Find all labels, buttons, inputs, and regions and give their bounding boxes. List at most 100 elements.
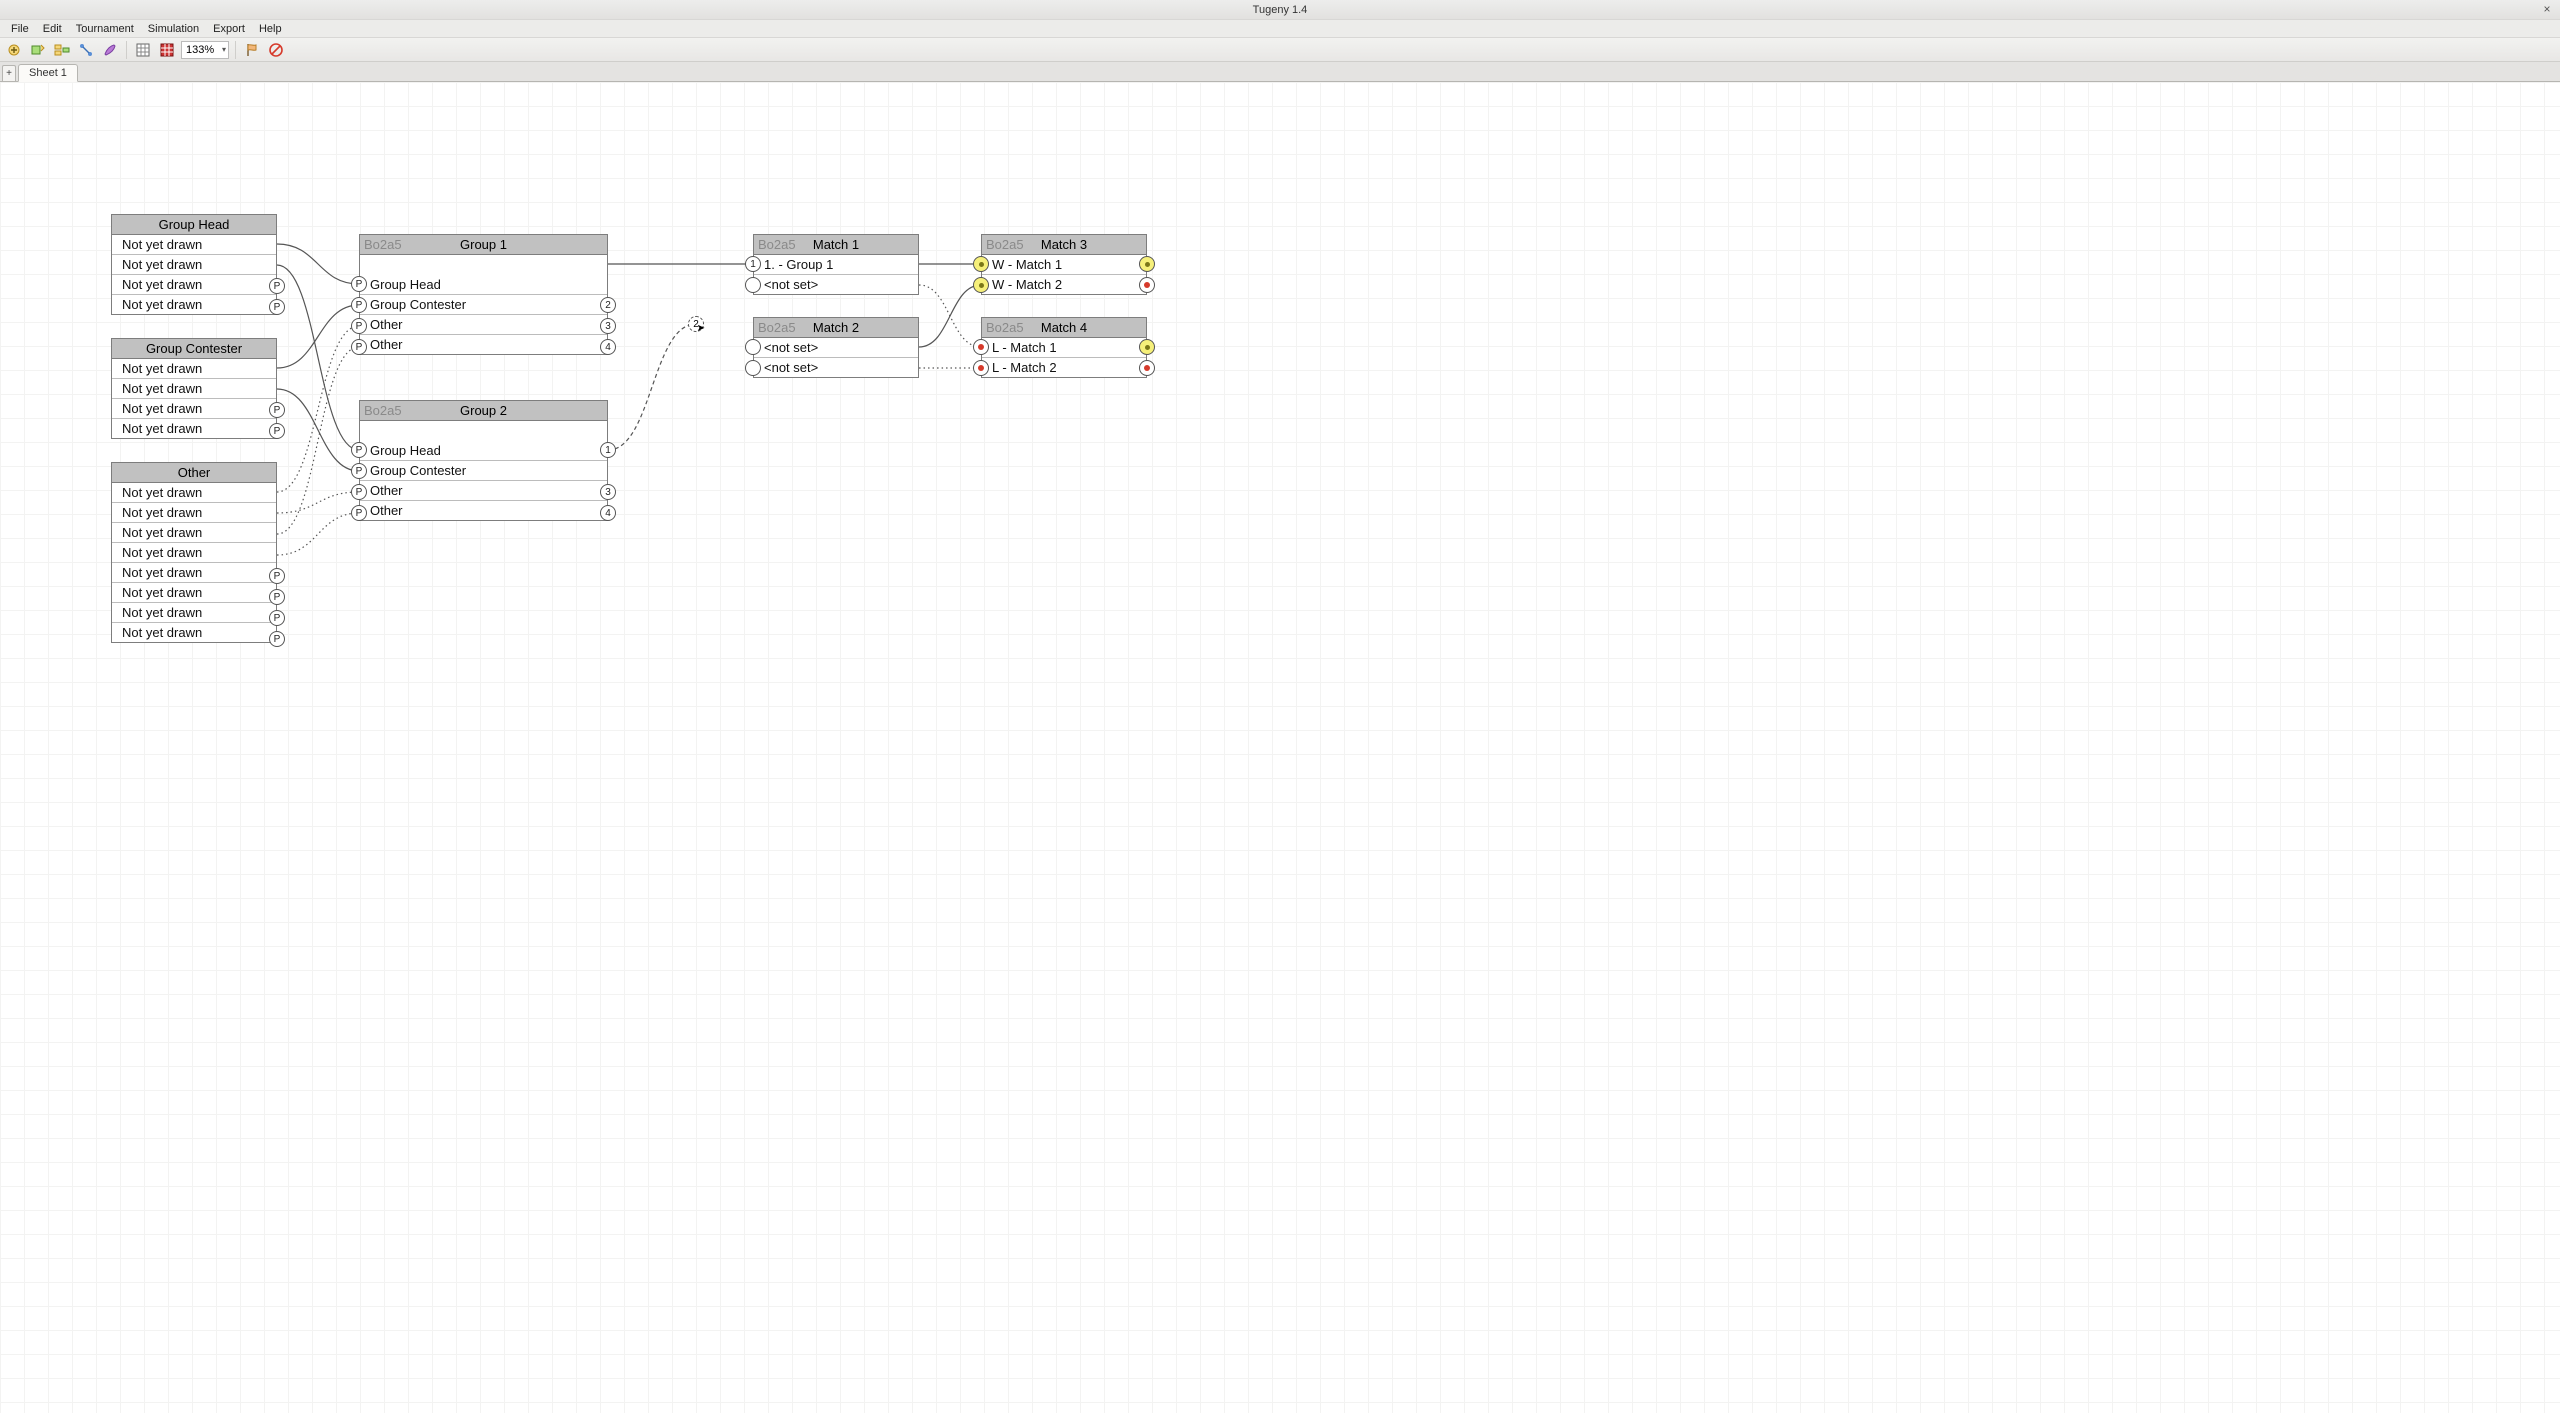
- port-empty-icon[interactable]: [745, 339, 761, 355]
- pool-row[interactable]: Not yet drawn: [112, 378, 276, 398]
- pool-row[interactable]: Not yet drawn: [112, 522, 276, 542]
- group-2[interactable]: Bo2a5Group 2 Group Head Group Contester …: [359, 400, 608, 521]
- tool-paint-icon[interactable]: [100, 40, 120, 60]
- pool-other[interactable]: Other Not yet drawn Not yet drawn Not ye…: [111, 462, 277, 643]
- port-p-icon[interactable]: P: [269, 299, 285, 315]
- match-2[interactable]: Bo2a5Match 2 <not set> <not set>: [753, 317, 919, 378]
- group-row[interactable]: Other: [360, 334, 607, 354]
- port-winner-icon[interactable]: [1139, 256, 1155, 272]
- pool-row[interactable]: Not yet drawn: [112, 418, 276, 438]
- port-rank-icon[interactable]: 3: [600, 318, 616, 334]
- match-row[interactable]: <not set>: [754, 357, 918, 377]
- port-p-icon[interactable]: P: [351, 442, 367, 458]
- tool-add-group-icon[interactable]: [52, 40, 72, 60]
- tool-grid-light-icon[interactable]: [133, 40, 153, 60]
- pool-row[interactable]: Not yet drawn: [112, 254, 276, 274]
- dragging-port-marker[interactable]: 2 ➤: [688, 316, 704, 332]
- port-p-icon[interactable]: P: [269, 631, 285, 647]
- port-loser-icon[interactable]: [973, 339, 989, 355]
- pool-row[interactable]: Not yet drawn: [112, 274, 276, 294]
- pool-row[interactable]: Not yet drawn: [112, 562, 276, 582]
- match-row[interactable]: W - Match 2: [982, 274, 1146, 294]
- pool-row[interactable]: Not yet drawn: [112, 235, 276, 254]
- port-rank-icon[interactable]: 4: [600, 505, 616, 521]
- pool-group-head[interactable]: Group Head Not yet drawn Not yet drawn N…: [111, 214, 277, 315]
- match-row[interactable]: L - Match 2: [982, 357, 1146, 377]
- group-row[interactable]: Other: [360, 314, 607, 334]
- port-p-icon[interactable]: P: [269, 568, 285, 584]
- pool-row[interactable]: Not yet drawn: [112, 359, 276, 378]
- zoom-select[interactable]: 133%: [181, 41, 229, 59]
- pool-row[interactable]: Not yet drawn: [112, 622, 276, 642]
- group-row[interactable]: Group Head: [360, 441, 607, 460]
- port-loser-icon[interactable]: [973, 360, 989, 376]
- port-rank-icon[interactable]: 2: [600, 297, 616, 313]
- pool-row[interactable]: Not yet drawn: [112, 602, 276, 622]
- port-rank-icon[interactable]: 1: [600, 442, 616, 458]
- port-p-icon[interactable]: P: [269, 610, 285, 626]
- port-p-icon[interactable]: P: [269, 589, 285, 605]
- match-row[interactable]: <not set>: [754, 338, 918, 357]
- tool-grid-dark-icon[interactable]: [157, 40, 177, 60]
- port-p-icon[interactable]: P: [351, 276, 367, 292]
- box-header: Bo2a5Match 3: [982, 235, 1146, 255]
- port-p-icon[interactable]: P: [351, 297, 367, 313]
- menu-help[interactable]: Help: [252, 22, 289, 36]
- port-loser-icon[interactable]: [1139, 277, 1155, 293]
- port-loser-icon[interactable]: [1139, 360, 1155, 376]
- tab-add-button[interactable]: +: [2, 65, 16, 81]
- tool-flag-icon[interactable]: [242, 40, 262, 60]
- port-winner-icon[interactable]: [973, 277, 989, 293]
- pool-row[interactable]: Not yet drawn: [112, 502, 276, 522]
- menu-edit[interactable]: Edit: [36, 22, 69, 36]
- port-p-icon[interactable]: P: [351, 484, 367, 500]
- group-row[interactable]: Group Contester: [360, 294, 607, 314]
- port-p-icon[interactable]: P: [351, 339, 367, 355]
- match-1[interactable]: Bo2a5Match 1 1. - Group 1 <not set>: [753, 234, 919, 295]
- group-row[interactable]: Other: [360, 500, 607, 520]
- toolbar-separator: [126, 41, 127, 59]
- port-winner-icon[interactable]: [973, 256, 989, 272]
- port-p-icon[interactable]: P: [269, 278, 285, 294]
- box-header: Bo2a5Match 1: [754, 235, 918, 255]
- port-p-icon[interactable]: P: [351, 463, 367, 479]
- match-row[interactable]: W - Match 1: [982, 255, 1146, 274]
- tool-new-icon[interactable]: [4, 40, 24, 60]
- group-row[interactable]: Group Contester: [360, 460, 607, 480]
- match-row[interactable]: <not set>: [754, 274, 918, 294]
- port-empty-icon[interactable]: [745, 360, 761, 376]
- port-empty-icon[interactable]: [745, 277, 761, 293]
- window-close-button[interactable]: ×: [2540, 2, 2554, 16]
- pool-row[interactable]: Not yet drawn: [112, 483, 276, 502]
- port-winner-icon[interactable]: [1139, 339, 1155, 355]
- tool-add-node-icon[interactable]: [28, 40, 48, 60]
- match-4[interactable]: Bo2a5Match 4 L - Match 1 L - Match 2: [981, 317, 1147, 378]
- tab-strip: + Sheet 1: [0, 62, 2560, 82]
- pool-row[interactable]: Not yet drawn: [112, 294, 276, 314]
- group-row[interactable]: Other: [360, 480, 607, 500]
- tool-link-icon[interactable]: [76, 40, 96, 60]
- port-rank-icon[interactable]: 3: [600, 484, 616, 500]
- pool-row[interactable]: Not yet drawn: [112, 398, 276, 418]
- canvas-area[interactable]: Group Head Not yet drawn Not yet drawn N…: [0, 82, 2560, 1413]
- port-p-icon[interactable]: P: [351, 505, 367, 521]
- pool-row[interactable]: Not yet drawn: [112, 542, 276, 562]
- tool-forbid-icon[interactable]: [266, 40, 286, 60]
- tab-sheet1[interactable]: Sheet 1: [18, 64, 78, 82]
- menu-export[interactable]: Export: [206, 22, 252, 36]
- match-3[interactable]: Bo2a5Match 3 W - Match 1 W - Match 2: [981, 234, 1147, 295]
- port-rank-icon[interactable]: 1: [745, 256, 761, 272]
- menu-tournament[interactable]: Tournament: [69, 22, 141, 36]
- port-p-icon[interactable]: P: [269, 423, 285, 439]
- pool-group-contester[interactable]: Group Contester Not yet drawn Not yet dr…: [111, 338, 277, 439]
- match-row[interactable]: 1. - Group 1: [754, 255, 918, 274]
- port-p-icon[interactable]: P: [269, 402, 285, 418]
- group-row[interactable]: Group Head: [360, 275, 607, 294]
- menu-file[interactable]: File: [4, 22, 36, 36]
- group-1[interactable]: Bo2a5Group 1 Group Head Group Contester …: [359, 234, 608, 355]
- menu-simulation[interactable]: Simulation: [141, 22, 206, 36]
- pool-row[interactable]: Not yet drawn: [112, 582, 276, 602]
- port-p-icon[interactable]: P: [351, 318, 367, 334]
- match-row[interactable]: L - Match 1: [982, 338, 1146, 357]
- port-rank-icon[interactable]: 4: [600, 339, 616, 355]
